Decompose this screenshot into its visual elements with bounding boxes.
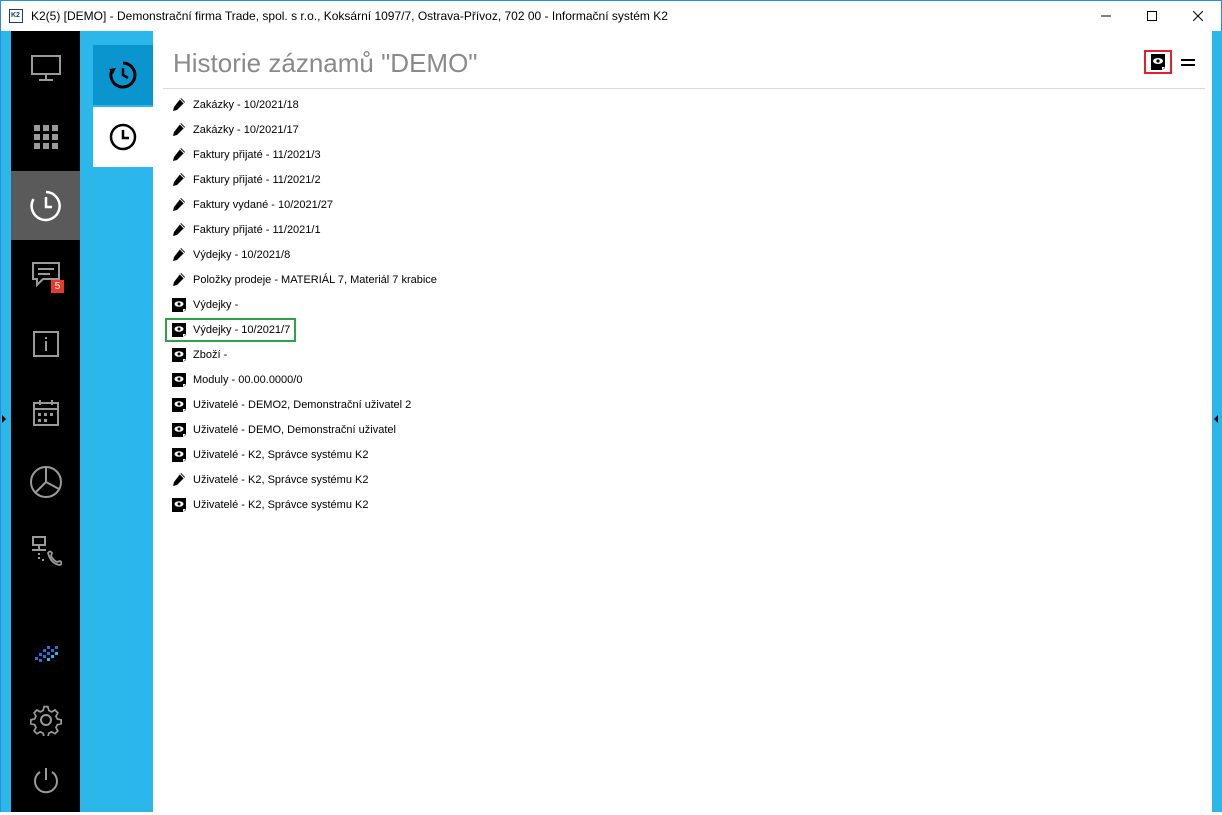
eye-document-icon [171,297,187,313]
grid-icon [33,124,58,149]
title-divider [163,88,1205,89]
clock-icon [109,123,137,151]
pencil-icon [171,197,187,213]
info-icon [32,330,59,357]
history-list-item[interactable]: Zboží - [165,342,865,367]
sidebar-item-calendar[interactable] [11,378,80,447]
history-list-item[interactable]: Moduly - 00.00.0000/0 [165,367,865,392]
eye-document-icon [171,447,187,463]
app-window: K2 K2(5) [DEMO] - Demonstrační firma Tra… [0,0,1222,812]
pencil-icon [171,147,187,163]
minimize-icon [1101,15,1111,17]
history-list-item[interactable]: Výdejky - 10/2021/8 [165,242,865,267]
history-list-item[interactable]: Uživatelé - DEMO2, Demonstrační uživatel… [165,392,865,417]
eye-document-icon [171,497,187,513]
menu-button[interactable] [1177,51,1199,73]
pencil-icon [171,172,187,188]
history-item-label: Zakázky - 10/2021/18 [193,98,299,111]
window-title: K2(5) [DEMO] - Demonstrační firma Trade,… [31,9,668,23]
sidebar-item-power[interactable] [11,746,80,815]
minimize-button[interactable] [1083,1,1129,31]
sidebar-item-desktop[interactable] [11,33,80,102]
message-count-badge: 5 [51,280,64,293]
history-list-item[interactable]: Uživatelé - K2, Správce systému K2 [165,492,865,517]
main-content: Historie záznamů "DEMO" Zakázky - 10/202… [153,31,1212,812]
expand-left-arrow-icon[interactable] [2,415,6,423]
sidebar-item-messages[interactable]: 5 [11,240,80,309]
title-bar: K2 K2(5) [DEMO] - Demonstrační firma Tra… [1,1,1221,31]
sidebar-item-apps[interactable] [11,102,80,171]
history-list-item[interactable]: Zakázky - 10/2021/17 [165,117,865,142]
history-item-label: Uživatelé - DEMO, Demonstrační uživatel [193,423,396,436]
history-list-item[interactable]: Položky prodeje - MATERIÁL 7, Materiál 7… [165,267,865,292]
history-item-label: Zboží - [193,348,228,361]
pencil-icon [171,247,187,263]
close-button[interactable] [1175,1,1221,31]
history-list-item[interactable]: Uživatelé - DEMO, Demonstrační uživatel [165,417,865,442]
pencil-icon [171,272,187,288]
history-item-label: Moduly - 00.00.0000/0 [193,373,303,386]
view-mode-button[interactable] [1144,50,1172,74]
k2-app-icon: K2 [9,8,25,24]
eye-document-icon [171,397,187,413]
history-list-item[interactable]: Zakázky - 10/2021/18 [165,92,865,117]
sidebar-item-reports[interactable] [11,447,80,516]
history-list-item[interactable]: Faktury vydané - 10/2021/27 [165,192,865,217]
history-item-label: Uživatelé - DEMO2, Demonstrační uživatel… [193,398,412,411]
pencil-icon [171,472,187,488]
history-item-label: Uživatelé - K2, Správce systému K2 [193,448,369,461]
history-item-label: Položky prodeje - MATERIÁL 7, Materiál 7… [193,273,437,286]
history-list-item[interactable]: Faktury přijaté - 11/2021/1 [165,217,865,242]
k2-logo-icon [34,645,58,662]
pencil-icon [171,222,187,238]
main-sidebar: 5 [11,31,80,812]
history-item-label: Faktury vydané - 10/2021/27 [193,198,334,211]
history-item-label: Uživatelé - K2, Správce systému K2 [193,498,369,511]
maximize-button[interactable] [1129,1,1175,31]
sidebar-item-info[interactable] [11,309,80,378]
history-list: Zakázky - 10/2021/18 Zakázky - 10/2021/17… [165,92,865,517]
history-item-label: Faktury přijaté - 11/2021/3 [193,148,321,161]
history-list-item[interactable]: Výdejky - [165,292,865,317]
sidebar-item-settings[interactable] [11,685,80,754]
history-list-item[interactable]: Uživatelé - K2, Správce systému K2 [165,467,865,492]
history-list-item[interactable]: Uživatelé - K2, Správce systému K2 [165,442,865,467]
hamburger-icon [1181,58,1195,61]
pie-chart-icon [29,465,62,498]
sidebar-item-k2-logo[interactable] [11,619,80,688]
page-title: Historie záznamů "DEMO" [173,48,478,78]
history-item-label: Zakázky - 10/2021/17 [193,123,299,136]
history-list-item[interactable]: Faktury přijaté - 11/2021/2 [165,167,865,192]
history-list-item[interactable]: Faktury přijaté - 11/2021/3 [165,142,865,167]
history-item-label: Výdejky - 10/2021/8 [193,248,291,261]
gear-icon [29,705,62,736]
tab-recent[interactable] [93,107,153,167]
history-icon [109,61,137,89]
calendar-icon [32,399,59,426]
history-list-item[interactable]: Výdejky - 10/2021/7 [165,317,865,342]
power-icon [33,767,58,793]
close-icon [1193,11,1203,21]
eye-document-icon [1151,54,1165,70]
maximize-icon [1147,11,1157,21]
network-phone-icon [31,535,62,566]
monitor-icon [30,54,61,81]
pencil-icon [171,122,187,138]
eye-document-icon [171,422,187,438]
tab-history[interactable] [93,45,153,105]
selection-highlight [165,318,296,342]
pencil-icon [171,97,187,113]
eye-document-icon [171,347,187,363]
expand-right-arrow-icon[interactable] [1214,415,1218,423]
sidebar-item-network[interactable] [11,516,80,585]
history-item-label: Uživatelé - K2, Správce systému K2 [193,473,369,486]
eye-document-icon [171,372,187,388]
history-item-label: Výdejky - [193,298,239,311]
history-icon [29,190,61,221]
window-controls [1083,1,1221,31]
history-item-label: Faktury přijaté - 11/2021/2 [193,173,321,186]
hamburger-line [1181,63,1195,66]
sidebar-item-history[interactable] [11,171,80,240]
history-item-label: Faktury přijaté - 11/2021/1 [193,223,321,236]
